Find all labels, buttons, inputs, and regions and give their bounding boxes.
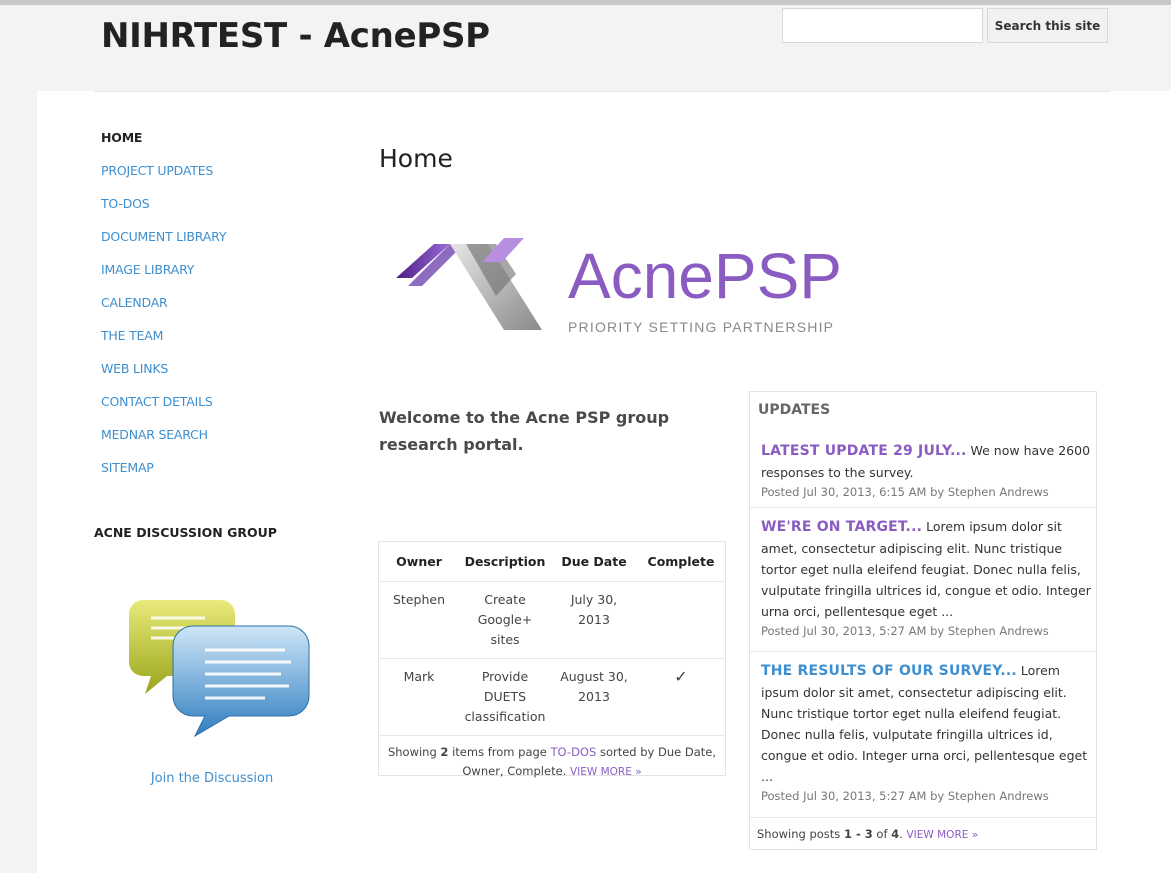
table-row: Mark Provide DUETS classification August… [379, 658, 725, 736]
cell-due-date: August 30, 2013 [551, 658, 637, 736]
sidebar-nav: HOME PROJECT UPDATES TO-DOS DOCUMENT LIB… [101, 128, 226, 491]
post-title-link[interactable]: WE'RE ON TARGET... [761, 519, 922, 535]
todo-footer: Showing 2 items from page TO-DOS sorted … [379, 736, 725, 789]
page-title: Home [379, 144, 453, 173]
acnepsp-logo: AcnePSP PRIORITY SETTING PARTNERSHIP [396, 238, 842, 335]
nav-item-image-library[interactable]: IMAGE LIBRARY [101, 260, 226, 293]
todo-list: Owner Description Due Date Complete Step… [378, 541, 726, 778]
post-divider [750, 817, 1096, 818]
cell-owner: Stephen [379, 581, 459, 659]
col-owner[interactable]: Owner [379, 542, 459, 582]
nav-item-contact-details[interactable]: CONTACT DETAILS [101, 392, 226, 425]
logo-name: AcnePSP [568, 240, 842, 312]
top-border [0, 0, 1171, 5]
post-meta: Posted Jul 30, 2013, 5:27 AM by Stephen … [761, 624, 1049, 638]
chat-bubbles-icon[interactable] [125, 588, 315, 738]
table-row: Stephen Create Google+ sites July 30, 20… [379, 581, 725, 659]
site-title[interactable]: NIHRTEST - AcnePSP [101, 16, 490, 56]
post-total: 4 [891, 827, 900, 841]
post-meta: Posted Jul 30, 2013, 5:27 AM by Stephen … [761, 789, 1049, 803]
search-input[interactable] [782, 8, 983, 43]
post-title-link[interactable]: LATEST UPDATE 29 JULY... [761, 443, 967, 459]
post-range: 1 - 3 [843, 827, 873, 841]
col-description[interactable]: Description [459, 542, 551, 582]
footer-text: Showing [387, 744, 441, 759]
nav-item-calendar[interactable]: CALENDAR [101, 293, 226, 326]
nav-item-project-updates[interactable]: PROJECT UPDATES [101, 161, 226, 194]
updates-footer: Showing posts 1 - 3 of 4. VIEW MORE » [757, 827, 978, 841]
post-title-link[interactable]: THE RESULTS OF OUR SURVEY... [761, 663, 1017, 679]
update-post: THE RESULTS OF OUR SURVEY... Lorem ipsum… [761, 660, 1091, 805]
check-icon: ✓ [637, 658, 725, 736]
col-due-date[interactable]: Due Date [551, 542, 637, 582]
footer-text: items from page [448, 744, 551, 759]
search-button[interactable]: Search this site [987, 8, 1108, 43]
cell-description: Create Google+ sites [459, 581, 551, 659]
discussion-group-title: ACNE DISCUSSION GROUP [94, 525, 277, 540]
nav-item-sitemap[interactable]: SITEMAP [101, 458, 226, 491]
join-discussion-link[interactable]: Join the Discussion [94, 771, 330, 786]
panel-divider [94, 91, 1110, 92]
cell-owner: Mark [379, 658, 459, 736]
updates-panel: UPDATES LATEST UPDATE 29 JULY... We now … [749, 391, 1097, 850]
updates-view-more-link[interactable]: VIEW MORE » [906, 829, 978, 841]
post-excerpt: Lorem ipsum dolor sit amet, consectetur … [761, 663, 1088, 784]
welcome-text: Welcome to the Acne PSP group research p… [379, 408, 670, 454]
footer-text: Showing posts [757, 827, 844, 841]
nav-item-web-links[interactable]: WEB LINKS [101, 359, 226, 392]
post-divider [750, 651, 1096, 652]
updates-heading: UPDATES [758, 402, 831, 418]
todo-table: Owner Description Due Date Complete Step… [379, 542, 725, 736]
nav-item-the-team[interactable]: THE TEAM [101, 326, 226, 359]
cell-description: Provide DUETS classification [459, 658, 551, 736]
update-post: LATEST UPDATE 29 JULY... We now have 260… [761, 440, 1091, 501]
update-post: WE'RE ON TARGET... Lorem ipsum dolor sit… [761, 516, 1091, 640]
col-complete[interactable]: Complete [637, 542, 725, 582]
nav-item-to-dos[interactable]: TO-DOS [101, 194, 226, 227]
todos-view-more-link[interactable]: VIEW MORE » [570, 766, 642, 778]
post-divider [750, 507, 1096, 508]
cell-complete [637, 581, 725, 659]
nav-item-document-library[interactable]: DOCUMENT LIBRARY [101, 227, 226, 260]
nav-item-home[interactable]: HOME [101, 128, 226, 161]
todos-page-link[interactable]: TO-DOS [551, 745, 597, 759]
nav-item-mednar-search[interactable]: MEDNAR SEARCH [101, 425, 226, 458]
footer-text: of [872, 827, 892, 841]
post-meta: Posted Jul 30, 2013, 6:15 AM by Stephen … [761, 485, 1049, 499]
logo-tagline: PRIORITY SETTING PARTNERSHIP [568, 319, 834, 335]
cell-due-date: July 30, 2013 [551, 581, 637, 659]
